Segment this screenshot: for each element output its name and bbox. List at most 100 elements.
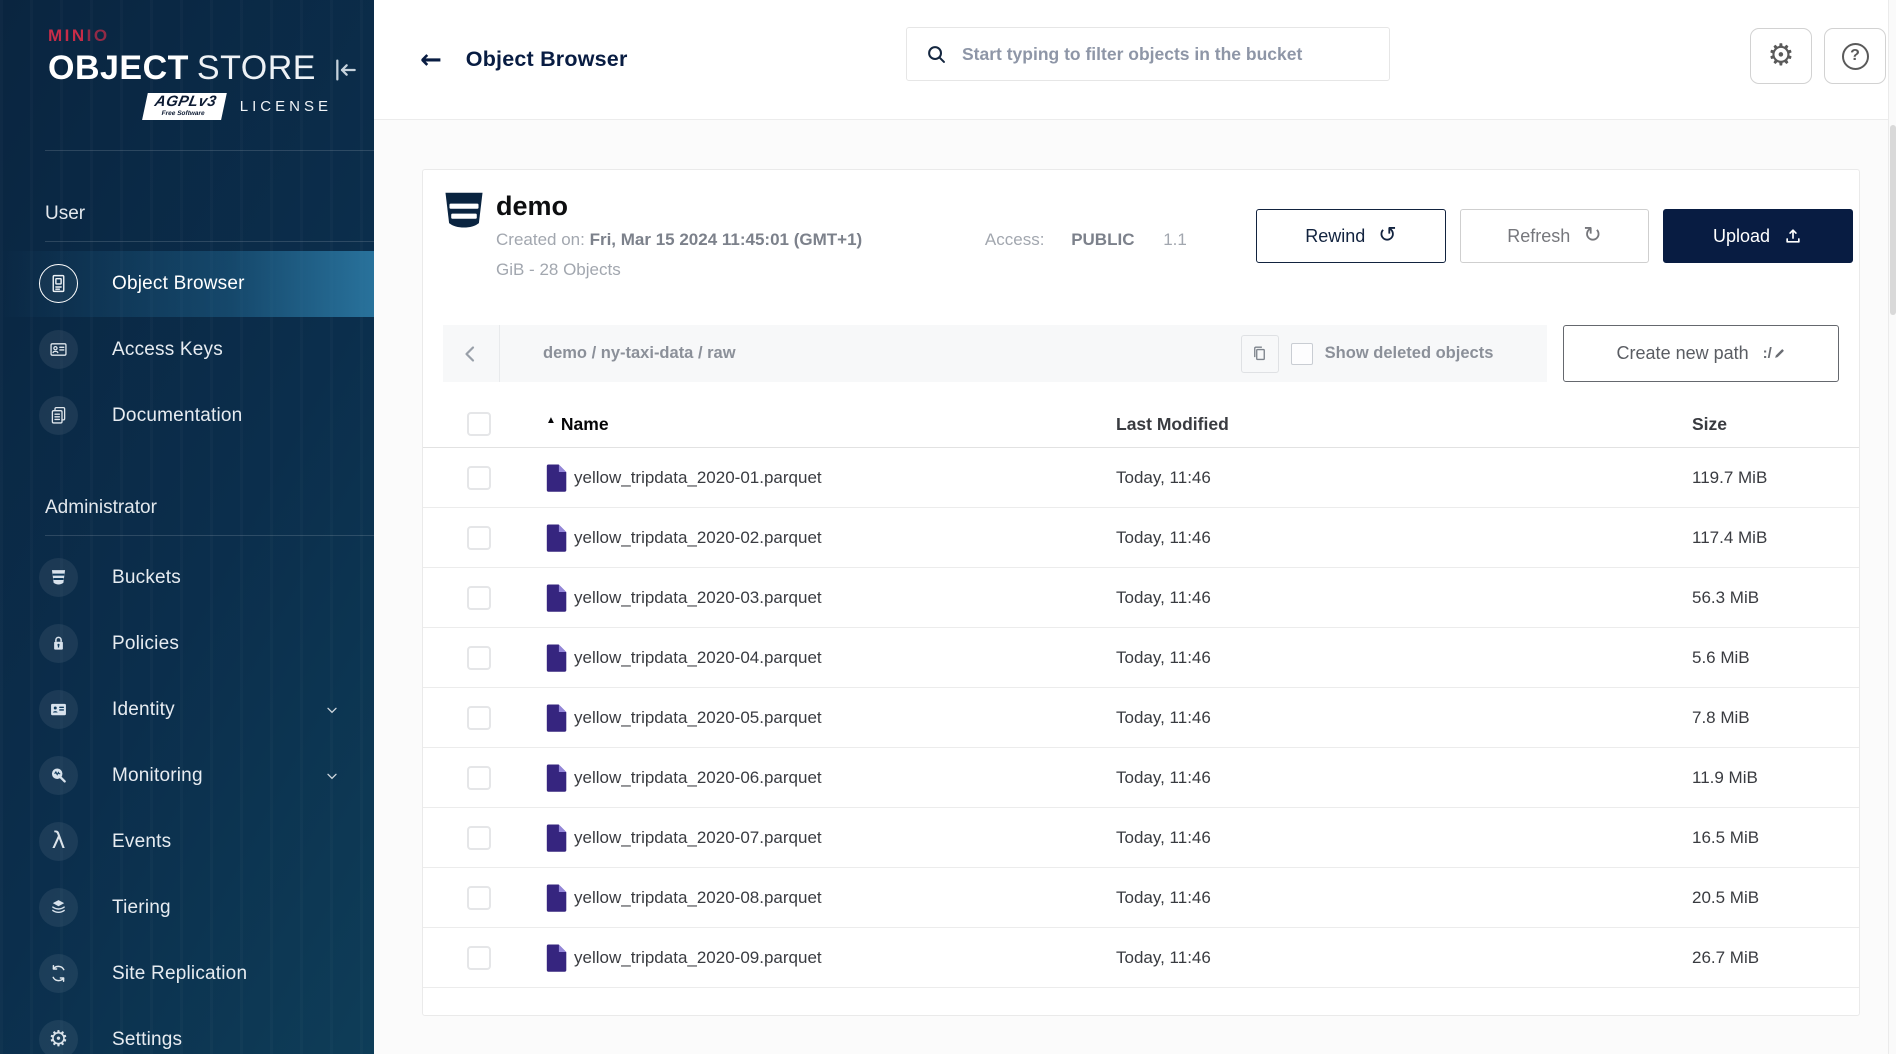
sidebar-item-monitoring[interactable]: Monitoring — [0, 743, 374, 809]
parquet-file-icon — [546, 524, 567, 552]
bucket-actions: Rewind ↺ Refresh ↻ Upload — [1256, 209, 1853, 305]
row-checkbox[interactable] — [467, 586, 491, 610]
product-store: STORE — [197, 49, 316, 87]
row-checkbox[interactable] — [467, 466, 491, 490]
settings-button[interactable]: ⚙ — [1750, 28, 1812, 84]
table-row[interactable]: yellow_tripdata_2020-02.parquet Today, 1… — [423, 508, 1859, 568]
object-name[interactable]: yellow_tripdata_2020-06.parquet — [574, 768, 822, 788]
sidebar-item-settings[interactable]: ⚙ Settings — [0, 1007, 374, 1054]
scrollbar-thumb[interactable] — [1890, 125, 1896, 315]
table-row[interactable]: yellow_tripdata_2020-07.parquet Today, 1… — [423, 808, 1859, 868]
parquet-file-icon — [546, 584, 567, 612]
breadcrumb[interactable]: demo / ny-taxi-data / raw — [543, 344, 736, 363]
object-name[interactable]: yellow_tripdata_2020-04.parquet — [574, 648, 822, 668]
sidebar-item-tiering[interactable]: Tiering — [0, 875, 374, 941]
rewind-label: Rewind — [1305, 226, 1365, 247]
sidebar-item-label: Site Replication — [112, 963, 247, 985]
rewind-button[interactable]: Rewind ↺ — [1256, 209, 1446, 263]
sidebar-item-policies[interactable]: Policies — [0, 611, 374, 677]
sidebar-item-label: Buckets — [112, 567, 181, 589]
sidebar-item-buckets[interactable]: Buckets — [0, 545, 374, 611]
sidebar-item-label: Documentation — [112, 405, 242, 427]
object-name[interactable]: yellow_tripdata_2020-02.parquet — [574, 528, 822, 548]
row-checkbox[interactable] — [467, 646, 491, 670]
parquet-file-icon — [546, 884, 567, 912]
object-size: 119.7 MiB — [1692, 468, 1859, 488]
sidebar-item-site-replication[interactable]: Site Replication — [0, 941, 374, 1007]
sidebar-section-user: User — [0, 151, 374, 241]
row-checkbox[interactable] — [467, 526, 491, 550]
agpl-badge-subtext: Free Software — [152, 111, 215, 118]
column-header-size[interactable]: Size — [1692, 414, 1859, 435]
help-button[interactable]: ? — [1824, 28, 1886, 84]
row-checkbox[interactable] — [467, 706, 491, 730]
table-row[interactable]: yellow_tripdata_2020-09.parquet Today, 1… — [423, 928, 1859, 988]
page-body: demo Created on: Fri, Mar 15 2024 11:45:… — [374, 120, 1896, 1054]
breadcrumb-back-button[interactable] — [443, 325, 500, 382]
object-name[interactable]: yellow_tripdata_2020-09.parquet — [574, 948, 822, 968]
table-row[interactable]: yellow_tripdata_2020-01.parquet Today, 1… — [423, 448, 1859, 508]
top-header: ← Object Browser ⚙ ? — [374, 0, 1896, 120]
bucket-card: demo Created on: Fri, Mar 15 2024 11:45:… — [422, 169, 1860, 1016]
pencil-icon — [1773, 347, 1786, 360]
sidebar-item-events[interactable]: λ Events — [0, 809, 374, 875]
upload-button[interactable]: Upload — [1663, 209, 1853, 263]
brand-min: MIN — [48, 26, 87, 45]
created-label: Created on: — [496, 230, 585, 249]
sidebar-item-access-keys[interactable]: Access Keys — [0, 317, 374, 383]
table-row[interactable]: yellow_tripdata_2020-06.parquet Today, 1… — [423, 748, 1859, 808]
agpl-badge: AGPLv3 Free Software — [143, 93, 228, 120]
objects-table: ▲ Name Last Modified Size yellow_tripdat… — [423, 401, 1859, 988]
documentation-icon — [39, 396, 78, 435]
object-size: 5.6 MiB — [1692, 648, 1859, 668]
object-name[interactable]: yellow_tripdata_2020-07.parquet — [574, 828, 822, 848]
column-header-name[interactable]: ▲ Name — [531, 414, 1116, 435]
table-row[interactable]: yellow_tripdata_2020-03.parquet Today, 1… — [423, 568, 1859, 628]
object-last-modified: Today, 11:46 — [1116, 528, 1692, 548]
table-row[interactable]: yellow_tripdata_2020-05.parquet Today, 1… — [423, 688, 1859, 748]
scrollbar[interactable] — [1888, 0, 1896, 1054]
sidebar-item-documentation[interactable]: Documentation — [0, 383, 374, 449]
object-last-modified: Today, 11:46 — [1116, 648, 1692, 668]
refresh-label: Refresh — [1507, 226, 1570, 247]
row-checkbox[interactable] — [467, 886, 491, 910]
sidebar-item-label: Access Keys — [112, 339, 223, 361]
chevron-down-icon[interactable] — [324, 702, 340, 718]
copy-icon — [1250, 344, 1269, 363]
sidebar-item-label: Identity — [112, 699, 175, 721]
table-row[interactable]: yellow_tripdata_2020-08.parquet Today, 1… — [423, 868, 1859, 928]
object-name[interactable]: yellow_tripdata_2020-01.parquet — [574, 468, 822, 488]
collapse-sidebar-button[interactable] — [328, 52, 364, 88]
sidebar-item-object-browser[interactable]: Object Browser — [0, 251, 374, 317]
parquet-file-icon — [546, 644, 567, 672]
row-checkbox[interactable] — [467, 766, 491, 790]
show-deleted-checkbox[interactable] — [1291, 343, 1313, 365]
create-new-path-button[interactable]: Create new path :/ — [1563, 325, 1839, 382]
created-value: Fri, Mar 15 2024 11:45:01 (GMT+1) — [590, 230, 863, 249]
sidebar-item-identity[interactable]: Identity — [0, 677, 374, 743]
monitoring-icon — [39, 756, 78, 795]
object-name[interactable]: yellow_tripdata_2020-05.parquet — [574, 708, 822, 728]
refresh-button[interactable]: Refresh ↻ — [1460, 209, 1649, 263]
sidebar: MINIO OBJECTSTORE AGPLv3 Free Software L… — [0, 0, 374, 1054]
object-name[interactable]: yellow_tripdata_2020-03.parquet — [574, 588, 822, 608]
object-size: 56.3 MiB — [1692, 588, 1859, 608]
object-browser-icon — [39, 264, 78, 303]
column-header-modified[interactable]: Last Modified — [1116, 414, 1692, 435]
copy-path-button[interactable] — [1241, 335, 1279, 373]
row-checkbox[interactable] — [467, 946, 491, 970]
object-size: 117.4 MiB — [1692, 528, 1859, 548]
sidebar-item-label: Monitoring — [112, 765, 203, 787]
select-all-checkbox[interactable] — [467, 412, 491, 436]
back-button[interactable]: ← — [420, 47, 442, 73]
replication-icon — [39, 954, 78, 993]
search-input[interactable] — [962, 28, 1389, 80]
sidebar-item-label: Settings — [112, 1029, 182, 1051]
object-filter-search[interactable] — [906, 27, 1390, 81]
sidebar-item-label: Events — [112, 831, 171, 853]
chevron-down-icon[interactable] — [324, 768, 340, 784]
access-value[interactable]: PUBLIC — [1071, 230, 1134, 249]
object-name[interactable]: yellow_tripdata_2020-08.parquet — [574, 888, 822, 908]
table-row[interactable]: yellow_tripdata_2020-04.parquet Today, 1… — [423, 628, 1859, 688]
row-checkbox[interactable] — [467, 826, 491, 850]
